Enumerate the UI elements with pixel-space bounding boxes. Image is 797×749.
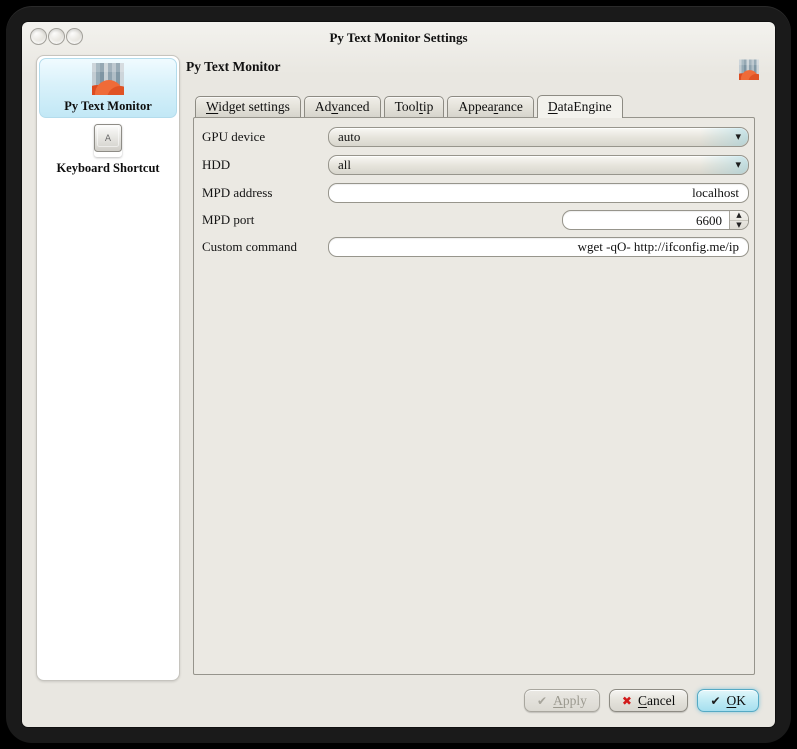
tab-advanced[interactable]: Advanced <box>304 96 381 117</box>
dialog-button-row: ✔ Apply ✖ Cancel ✔ OK <box>524 689 759 712</box>
custom-command-input[interactable]: wget -qO- http://ifconfig.me/ip <box>328 237 749 257</box>
apply-button[interactable]: ✔ Apply <box>524 689 600 712</box>
sidebar-item-label: Keyboard Shortcut <box>39 161 177 176</box>
spin-up-button[interactable]: ▲ <box>730 211 748 221</box>
ok-button[interactable]: ✔ OK <box>697 689 759 712</box>
sidebar-item-keyboard-shortcut[interactable]: A Keyboard Shortcut <box>39 120 177 176</box>
sidebar-item-py-text-monitor[interactable]: Py Text Monitor <box>39 58 177 118</box>
gpu-device-row: GPU device auto ▾ <box>202 127 749 147</box>
custom-command-row: Custom command wget -qO- http://ifconfig… <box>202 237 749 257</box>
x-icon: ✖ <box>622 695 632 707</box>
keyboard-key-icon: A <box>94 124 122 157</box>
spinner-buttons: ▲ ▼ <box>729 211 748 229</box>
tab-widget-settings[interactable]: Widget settings <box>195 96 301 117</box>
py-text-monitor-icon <box>739 59 759 80</box>
spin-down-button[interactable]: ▼ <box>730 221 748 230</box>
hdd-label: HDD <box>202 157 328 173</box>
window-title: Py Text Monitor Settings <box>22 30 775 46</box>
apply-button-label: Apply <box>553 693 587 709</box>
chevron-down-icon: ▾ <box>735 130 741 143</box>
svg-text:A: A <box>105 134 112 144</box>
sidebar-item-label: Py Text Monitor <box>40 99 176 114</box>
page-title: Py Text Monitor <box>186 59 281 75</box>
tab-tooltip[interactable]: Tooltip <box>384 96 445 117</box>
cancel-button[interactable]: ✖ Cancel <box>609 689 689 712</box>
custom-command-value: wget -qO- http://ifconfig.me/ip <box>578 239 739 255</box>
mpd-address-input[interactable]: localhost <box>328 183 749 203</box>
hdd-row: HDD all ▾ <box>202 155 749 175</box>
check-icon: ✔ <box>710 695 720 707</box>
sidebar: Py Text Monitor A Keyboard Shortcut <box>36 55 180 681</box>
mpd-port-value: 6600 <box>563 211 729 229</box>
hdd-select[interactable]: all ▾ <box>328 155 749 175</box>
settings-window: Py Text Monitor Settings Py Text Monitor… <box>22 22 775 727</box>
gpu-device-label: GPU device <box>202 129 328 145</box>
cancel-button-label: Cancel <box>638 693 676 709</box>
gpu-device-value: auto <box>338 129 360 145</box>
mpd-port-spinbox[interactable]: 6600 ▲ ▼ <box>562 210 749 230</box>
tab-bar: Widget settings Advanced Tooltip Appeara… <box>195 94 626 117</box>
gpu-device-select[interactable]: auto ▾ <box>328 127 749 147</box>
mpd-address-value: localhost <box>692 185 739 201</box>
check-icon: ✔ <box>537 695 547 707</box>
dataengine-settings-panel: GPU device auto ▾ HDD all ▾ MPD address … <box>193 117 755 675</box>
mpd-address-row: MPD address localhost <box>202 183 749 203</box>
chevron-down-icon: ▾ <box>735 158 741 171</box>
tab-appearance[interactable]: Appearance <box>447 96 533 117</box>
py-text-monitor-icon <box>92 63 124 95</box>
ok-button-label: OK <box>727 693 747 709</box>
mpd-port-row: MPD port 6600 ▲ ▼ <box>202 210 749 230</box>
mpd-address-label: MPD address <box>202 185 328 201</box>
tab-dataengine[interactable]: DataEngine <box>537 95 623 118</box>
hdd-value: all <box>338 157 351 173</box>
custom-command-label: Custom command <box>202 239 328 255</box>
mpd-port-label: MPD port <box>202 212 328 228</box>
